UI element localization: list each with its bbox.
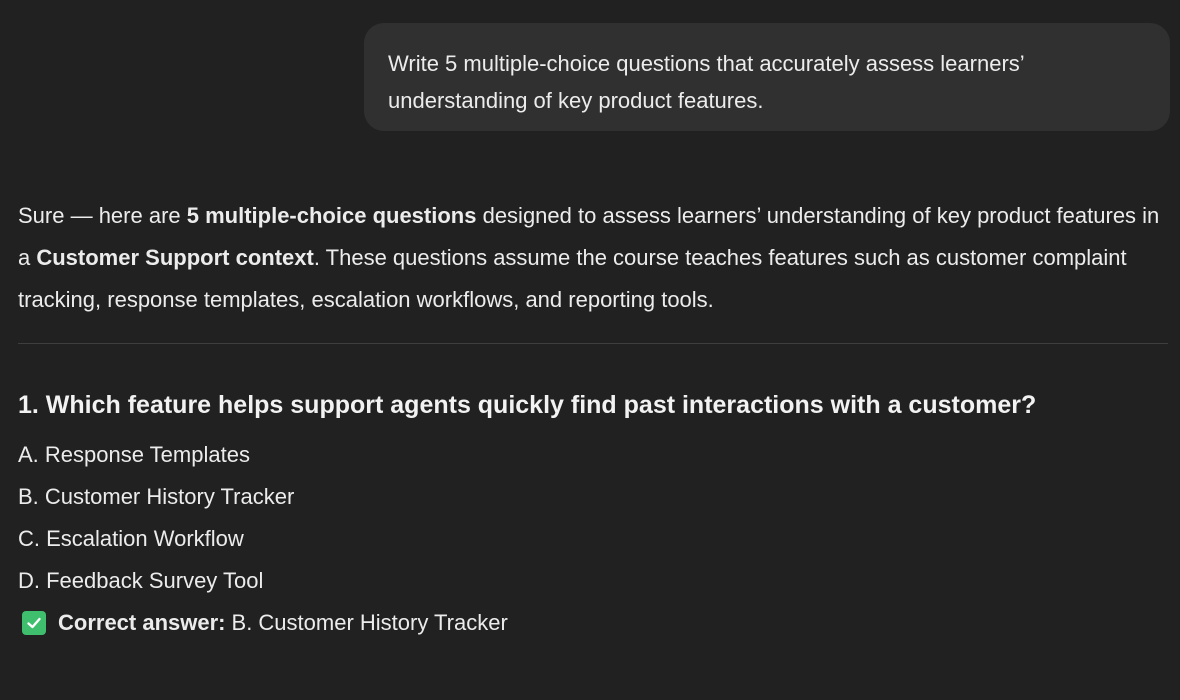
option-a: A. Response Templates xyxy=(18,442,250,467)
intro-bold-2: Customer Support context xyxy=(36,245,314,270)
user-message-line-1: Write 5 multiple-choice questions that a… xyxy=(388,51,1025,76)
user-message-line-2: understanding of key product features. xyxy=(388,88,764,113)
assistant-intro: Sure — here are 5 multiple-choice questi… xyxy=(18,195,1168,321)
chat-thread: Write 5 multiple-choice questions that a… xyxy=(0,0,1180,700)
question-1-title: 1. Which feature helps support agents qu… xyxy=(18,391,1037,419)
section-divider xyxy=(18,343,1168,344)
answer-label: Correct answer: xyxy=(58,610,226,635)
option-c: C. Escalation Workflow xyxy=(18,526,244,551)
intro-bold-1: 5 multiple-choice questions xyxy=(186,203,477,228)
check-mark-glyph xyxy=(27,617,41,629)
option-d: D. Feedback Survey Tool xyxy=(18,568,264,593)
user-message-bubble: Write 5 multiple-choice questions that a… xyxy=(364,23,1170,131)
option-b: B. Customer History Tracker xyxy=(18,484,295,509)
answer-value: B. Customer History Tracker xyxy=(231,610,508,635)
assistant-message: Sure — here are 5 multiple-choice questi… xyxy=(18,195,1168,644)
question-1-options: A. Response Templates B. Customer Histor… xyxy=(18,434,1168,602)
intro-text-1: Sure — here are xyxy=(18,203,187,228)
check-mark-icon xyxy=(22,611,46,635)
question-1-answer: Correct answer: B. Customer History Trac… xyxy=(18,602,1168,644)
